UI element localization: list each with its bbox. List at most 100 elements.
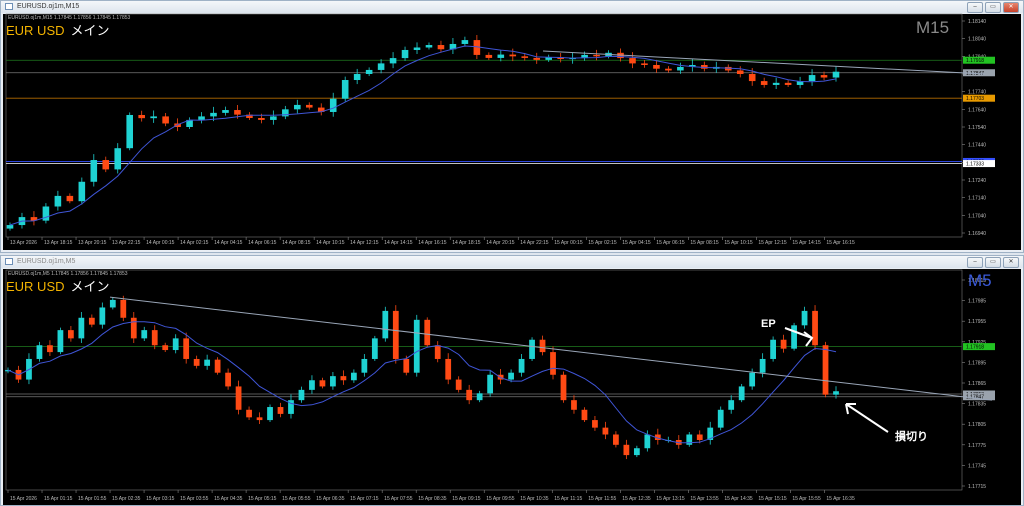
x-tick-label: 15 Apr 03:55 [180,496,209,502]
bear-candle [340,376,347,381]
bull-candle [529,339,535,359]
bear-candle [88,317,95,325]
bull-candle [633,448,640,456]
bull-candle [382,310,389,339]
bull-candle [738,386,745,401]
bull-candle [717,409,724,428]
x-tick-label: 15 Apr 2026 [10,496,37,502]
y-tick-label: 1.17955 [968,319,986,325]
y-tick-label: 1.17805 [968,422,986,428]
bear-candle [120,299,127,318]
bear-candle [822,345,829,395]
bear-candle [130,317,137,339]
bull-candle [770,339,776,359]
ep-annotation: EP [761,318,776,330]
bear-candle [151,330,158,346]
bull-candle [728,400,735,410]
bear-candle [225,372,231,387]
bear-candle [560,374,567,401]
x-tick-label: 15 Apr 11:55 [588,496,616,502]
bull-candle [644,434,651,449]
symbol: EUR USD [6,279,65,294]
bear-candle [392,310,399,359]
x-tick-label: 15 Apr 12:35 [622,496,651,502]
bear-candle [571,400,577,410]
bear-candle [183,338,190,359]
bull-candle [759,358,766,373]
bear-candle [581,409,588,421]
bull-candle [109,299,116,308]
y-tick-label: 1.17775 [968,443,986,449]
y-tick-label: 1.17865 [968,381,986,387]
bull-candle [267,407,273,421]
bear-candle [812,310,818,346]
bear-candle [277,407,284,414]
bear-candle [319,380,326,387]
bull-candle [518,358,525,373]
bear-candle [455,379,462,390]
bull-candle [330,376,336,387]
symbol-jp: メイン [70,279,110,294]
x-tick-label: 15 Apr 09:15 [452,496,481,502]
x-tick-label: 15 Apr 09:55 [486,496,515,502]
bear-candle [780,339,787,349]
m5-timeframe-label: M5 [968,271,992,290]
bear-candle [235,386,242,410]
y-tick-label: 1.17895 [968,360,986,366]
x-tick-label: 15 Apr 06:35 [316,496,345,502]
x-tick-label: 15 Apr 05:15 [248,496,277,502]
bear-candle [214,359,221,373]
stop-loss-annotation: 損切り [895,431,928,443]
bear-candle [602,427,609,435]
bull-candle [487,374,494,394]
m15-symbol-label: EUR USD メイン [6,20,110,39]
x-tick-label: 15 Apr 07:15 [350,496,379,502]
x-tick-label: 15 Apr 08:35 [418,496,447,502]
trend-line [109,296,993,401]
x-tick-label: 15 Apr 15:55 [792,496,821,502]
bull-candle [361,358,368,373]
bear-candle [193,358,200,366]
bull-candle [413,319,420,373]
bull-candle [686,434,693,445]
bear-candle [613,434,619,445]
ep-arrow-icon [784,327,814,347]
m5-chart-svg: 1.180151.179851.179551.179251.178951.178… [5,269,995,502]
bull-candle [57,330,64,353]
bull-candle [749,372,756,387]
bear-candle [424,319,431,346]
m5-symbol-label: EUR USD メイン [6,276,110,295]
bear-candle [256,417,263,421]
y-tick-label: 1.17745 [968,463,986,469]
bull-candle [78,317,85,339]
x-tick-label: 15 Apr 15:15 [758,496,787,502]
bear-candle [246,409,252,418]
bear-candle [539,339,546,353]
bull-candle [508,372,514,380]
bear-candle [47,345,53,353]
symbol-jp: メイン [70,23,110,38]
price-tag-label: 1.17918 [966,345,984,351]
x-tick-label: 15 Apr 01:55 [78,496,107,502]
bull-candle [172,338,179,351]
bull-candle [204,359,211,366]
bull-candle [309,380,315,390]
x-tick-label: 15 Apr 04:35 [214,496,243,502]
x-tick-label: 15 Apr 13:15 [656,496,685,502]
bear-candle [696,434,703,440]
x-tick-label: 15 Apr 11:15 [554,496,582,502]
bull-candle [791,325,797,349]
bear-candle [434,345,441,359]
bear-candle [403,358,410,373]
moving-average-line [7,321,837,444]
y-tick-label: 1.17835 [968,402,986,408]
y-tick-label: 1.17715 [968,484,986,490]
x-tick-label: 15 Apr 05:55 [282,496,311,502]
x-tick-label: 15 Apr 07:55 [384,496,413,502]
bear-candle [550,352,556,375]
bear-candle [592,420,598,428]
m15-timeframe-label: M15 [916,18,950,37]
x-tick-label: 15 Apr 03:15 [146,496,175,502]
x-tick-label: 15 Apr 10:35 [520,496,549,502]
bull-candle [99,307,106,325]
